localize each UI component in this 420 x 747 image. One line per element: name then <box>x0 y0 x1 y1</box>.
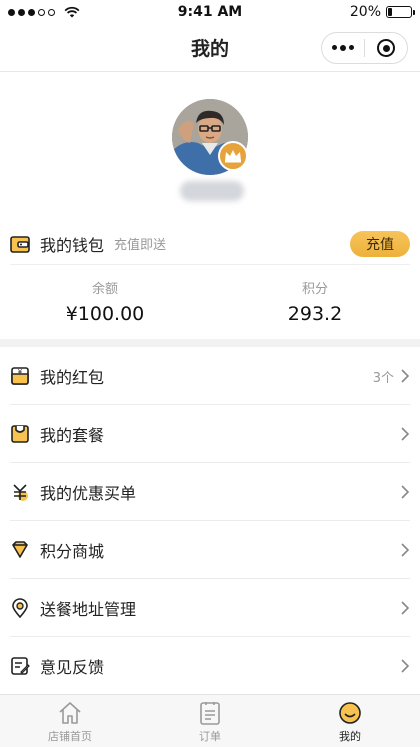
menu-item-feedback[interactable]: 意见反馈 <box>0 637 420 695</box>
points-stat[interactable]: 积分 293.2 <box>210 273 420 325</box>
status-time: 9:41 AM <box>177 4 243 20</box>
svg-text:¥: ¥ <box>18 368 23 376</box>
tab-store-home[interactable]: 店铺首页 <box>0 695 140 747</box>
wallet-subtitle: 充值即送 <box>114 238 167 253</box>
menu-label: 我的套餐 <box>40 426 105 445</box>
chevron-right-icon <box>401 543 410 557</box>
user-nickname-blurred <box>180 181 244 201</box>
target-circle-icon <box>377 39 395 57</box>
balance-label: 余额 <box>91 282 118 297</box>
navigation-bar: 我的 <box>0 24 420 72</box>
chevron-right-icon <box>401 659 410 673</box>
diamond-icon <box>10 540 30 560</box>
tab-label: 店铺首页 <box>48 730 92 743</box>
chevron-right-icon <box>401 601 410 615</box>
smiley-face-icon <box>339 702 361 724</box>
menu-item-discount-pay[interactable]: 我的优惠买单 <box>0 463 420 521</box>
battery-icon <box>386 6 415 18</box>
wallet-title: 我的钱包 <box>40 235 105 255</box>
red-packet-count: 3个 <box>372 370 394 386</box>
tab-mine[interactable]: 我的 <box>280 695 420 747</box>
menu-list: ¥ 我的红包 3个 我的套餐 我的优惠买单 积分商城 送餐地址管理 意见反馈 <box>0 347 420 695</box>
profile-header <box>0 73 420 223</box>
chevron-right-icon <box>401 427 410 441</box>
menu-label: 意见反馈 <box>40 658 105 677</box>
tab-orders[interactable]: 订单 <box>140 695 280 747</box>
menu-item-address[interactable]: 送餐地址管理 <box>0 579 420 637</box>
tab-label: 订单 <box>199 730 221 743</box>
more-dots-icon <box>332 45 354 51</box>
mini-program-capsule <box>321 32 408 64</box>
wallet-header[interactable]: 我的钱包 充值即送 充值 <box>10 223 410 265</box>
bottom-tab-bar: 店铺首页 订单 我的 <box>0 694 420 747</box>
more-button[interactable] <box>322 33 364 63</box>
yuan-discount-icon <box>10 482 30 502</box>
menu-label: 积分商城 <box>40 542 105 561</box>
menu-label: 我的优惠买单 <box>40 484 137 503</box>
recharge-button[interactable]: 充值 <box>350 230 410 257</box>
menu-item-points-mall[interactable]: 积分商城 <box>0 521 420 579</box>
menu-label: 我的红包 <box>40 368 105 387</box>
points-label: 积分 <box>301 282 328 297</box>
menu-item-red-packet[interactable]: ¥ 我的红包 3个 <box>0 347 420 405</box>
section-divider <box>0 339 420 347</box>
home-icon <box>59 702 81 724</box>
menu-label: 送餐地址管理 <box>40 600 137 619</box>
close-button[interactable] <box>365 33 407 63</box>
balance-stat[interactable]: 余额 ¥100.00 <box>0 273 210 325</box>
page-title: 我的 <box>190 38 229 60</box>
feedback-edit-icon <box>10 656 30 676</box>
package-bag-icon <box>10 424 30 444</box>
balance-value: ¥100.00 <box>65 303 145 325</box>
wallet-stats: 余额 ¥100.00 积分 293.2 <box>0 273 420 325</box>
red-packet-icon: ¥ <box>10 366 30 386</box>
crown-member-icon <box>218 141 248 171</box>
order-list-icon <box>200 702 220 725</box>
wallet-section: 我的钱包 充值即送 充值 余额 ¥100.00 积分 293.2 <box>0 223 420 339</box>
wallet-icon <box>10 235 30 253</box>
status-bar: 9:41 AM 20% <box>0 0 420 24</box>
menu-item-package[interactable]: 我的套餐 <box>0 405 420 463</box>
chevron-right-icon <box>401 369 410 383</box>
location-pin-icon <box>10 598 30 618</box>
chevron-right-icon <box>401 485 410 499</box>
tab-label: 我的 <box>339 730 361 743</box>
points-value: 293.2 <box>287 303 343 325</box>
